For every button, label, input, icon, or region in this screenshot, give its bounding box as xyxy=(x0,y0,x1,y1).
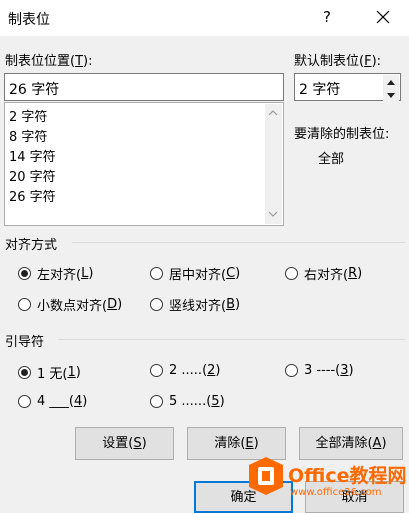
watermark-url: www.office26.com xyxy=(290,487,382,498)
help-button[interactable]: ? xyxy=(312,2,342,32)
divider xyxy=(58,339,405,340)
radio-leader-underline[interactable]: 4 ___(4) xyxy=(18,394,87,409)
list-item[interactable]: 26 字符 xyxy=(9,186,56,205)
radio-leader-small-dots[interactable]: 5 ......(5) xyxy=(150,394,225,409)
radio-circle xyxy=(285,267,298,280)
list-item[interactable]: 14 字符 xyxy=(9,146,56,165)
dialog-title: 制表位 xyxy=(8,12,50,28)
list-item[interactable]: 2 字符 xyxy=(9,106,47,125)
list-item[interactable]: 20 字符 xyxy=(9,166,56,185)
tab-position-label: 制表位位置(T): xyxy=(5,54,93,69)
list-scrollbar[interactable] xyxy=(265,104,282,224)
radio-circle xyxy=(150,364,163,377)
title-bar xyxy=(0,0,409,36)
watermark-brand: Office教程网 xyxy=(288,465,407,487)
default-tab-stepper[interactable]: 2 字符 xyxy=(294,73,401,103)
triangle-down-icon xyxy=(387,93,395,98)
radio-leader-dashes[interactable]: 3 ----(3) xyxy=(285,363,354,378)
tab-stop-list[interactable]: 2 字符 8 字符 14 字符 20 字符 26 字符 xyxy=(4,102,284,226)
tab-position-value: 26 字符 xyxy=(9,82,60,98)
radio-align-right[interactable]: 右对齐(R) xyxy=(285,264,362,283)
clear-label: 要清除的制表位: xyxy=(294,127,390,142)
radio-circle xyxy=(18,366,31,379)
alignment-group-label: 对齐方式 xyxy=(5,238,58,253)
office-logo-icon xyxy=(249,457,283,495)
office-watermark: Office教程网 www.office26.com xyxy=(248,454,409,513)
radio-circle xyxy=(150,395,163,408)
radio-leader-none[interactable]: 1 无(1) xyxy=(18,363,81,382)
chevron-up-icon[interactable] xyxy=(268,109,278,116)
radio-circle xyxy=(18,267,31,280)
help-icon: ? xyxy=(323,8,331,26)
radio-align-left[interactable]: 左对齐(L) xyxy=(18,264,93,283)
radio-circle xyxy=(150,267,163,280)
default-tab-label: 默认制表位(F): xyxy=(294,54,382,69)
divider xyxy=(72,242,405,243)
radio-align-center[interactable]: 居中对齐(C) xyxy=(150,264,240,283)
tab-position-input[interactable]: 26 字符 xyxy=(4,73,284,101)
radio-circle xyxy=(285,364,298,377)
radio-leader-dots[interactable]: 2 .....(2) xyxy=(150,363,221,378)
close-icon xyxy=(376,10,390,24)
clear-value: 全部 xyxy=(318,152,345,167)
radio-circle xyxy=(18,298,31,311)
radio-circle xyxy=(150,298,163,311)
list-item[interactable]: 8 字符 xyxy=(9,126,47,145)
close-button[interactable] xyxy=(366,2,400,32)
set-button[interactable]: 设置(S) xyxy=(75,427,174,460)
radio-circle xyxy=(18,395,31,408)
triangle-up-icon xyxy=(387,80,395,85)
default-tab-value: 2 字符 xyxy=(299,82,341,98)
chevron-down-icon[interactable] xyxy=(268,211,278,218)
leader-group-label: 引导符 xyxy=(5,335,45,350)
radio-align-decimal[interactable]: 小数点对齐(D) xyxy=(18,295,122,314)
spin-down-button[interactable] xyxy=(383,88,399,103)
radio-align-bar[interactable]: 竖线对齐(B) xyxy=(150,295,240,314)
